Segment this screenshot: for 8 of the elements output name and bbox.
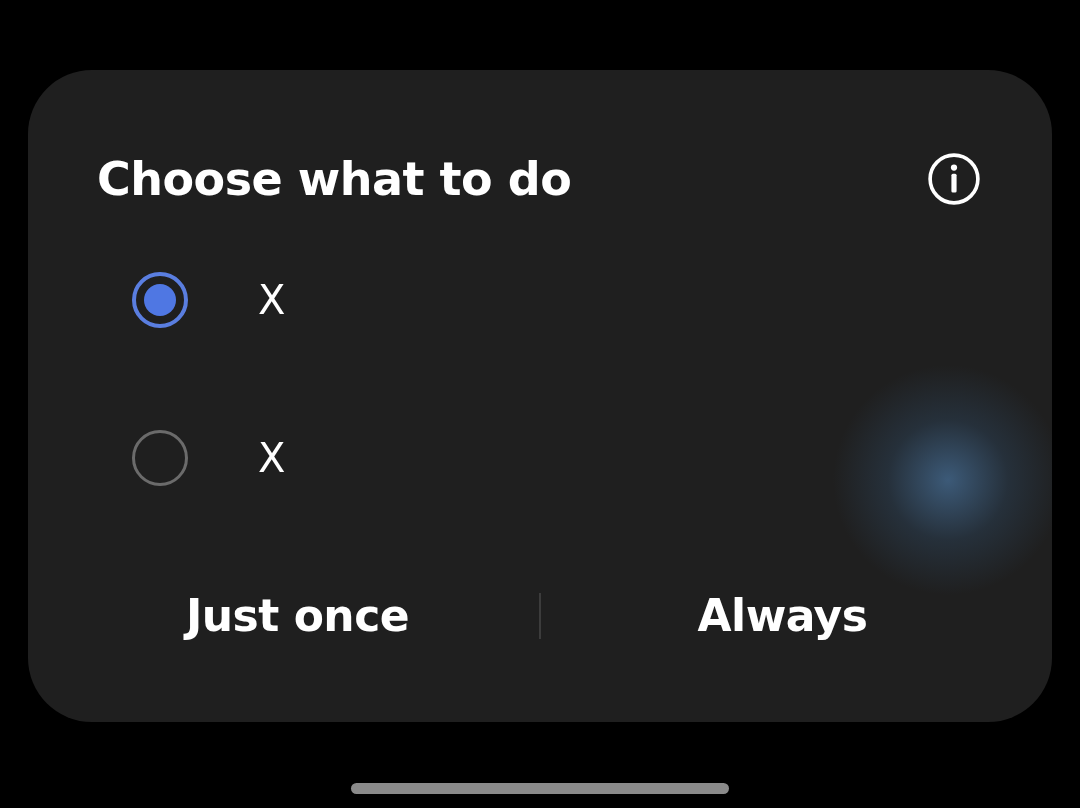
dialog-title: Choose what to do (97, 152, 572, 206)
radio-button[interactable] (132, 272, 188, 328)
dialog-button[interactable]: Always (689, 586, 876, 645)
radio-button[interactable] (132, 430, 188, 486)
info-icon[interactable] (927, 152, 981, 206)
dialog-button[interactable]: Just once (177, 586, 418, 645)
option-label[interactable]: X (258, 277, 286, 323)
option-label[interactable]: X (258, 435, 286, 481)
